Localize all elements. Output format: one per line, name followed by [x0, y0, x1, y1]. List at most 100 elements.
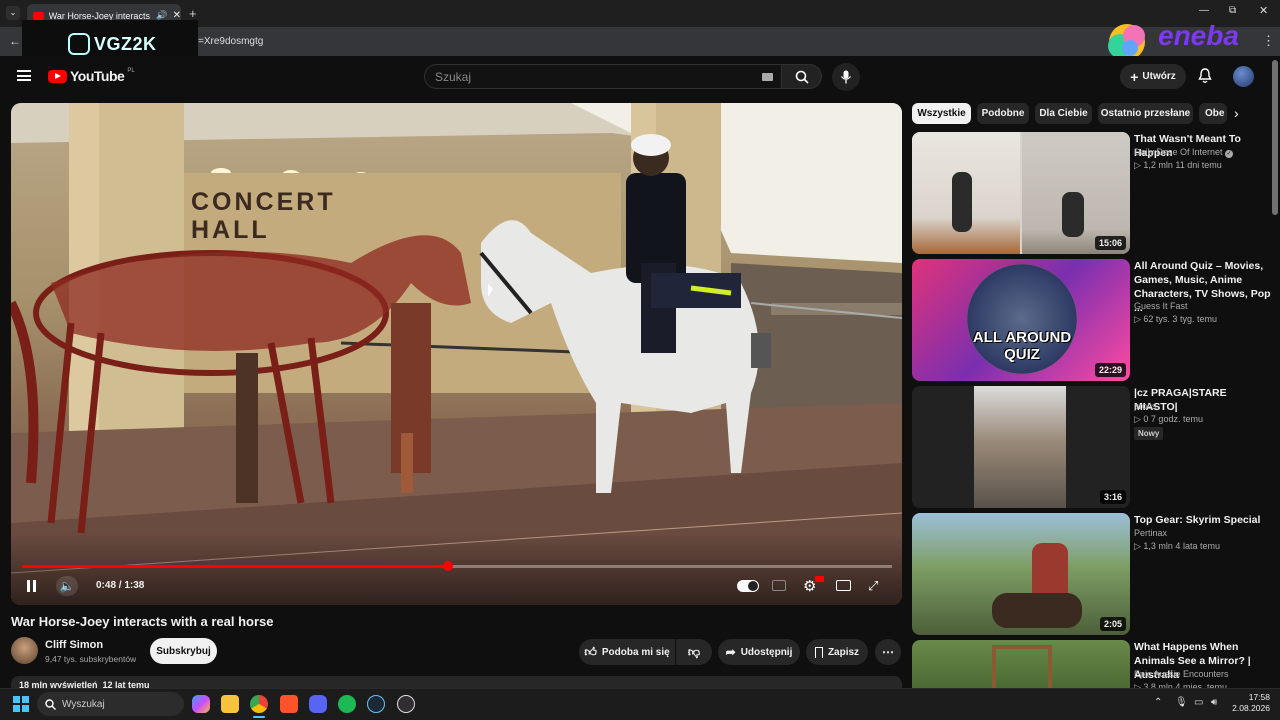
obs-icon[interactable] — [397, 695, 415, 713]
thumb-text-line1: ALL AROUND — [972, 329, 1072, 346]
recommendation-thumbnail[interactable]: ALL AROUND QUIZ 22:29 — [912, 259, 1130, 381]
youtube-logo[interactable]: YouTube PL — [48, 68, 135, 84]
notifications-bell-icon[interactable] — [1198, 68, 1212, 89]
theater-mode-icon[interactable] — [836, 580, 851, 591]
duration-badge: 3:16 — [1099, 490, 1126, 504]
search-input[interactable]: Szukaj — [424, 64, 782, 89]
time-display: 0:48 / 1:38 — [96, 580, 145, 591]
active-app-indicator — [253, 716, 265, 718]
channel-name[interactable]: Cliff Simon — [45, 639, 103, 651]
progress-scrubber[interactable] — [443, 561, 453, 571]
recommendation-channel[interactable]: Epic Aussie Encounters — [1134, 668, 1274, 681]
chrome-icon[interactable] — [250, 695, 268, 713]
create-label: Utwórz — [1142, 71, 1176, 82]
recommendation-thumbnail[interactable]: 2:05 — [912, 513, 1130, 635]
volume-icon: 🔈 — [59, 579, 75, 593]
speaker-tray-icon[interactable]: 🔊︎ — [1211, 697, 1217, 708]
steam-icon[interactable] — [367, 695, 385, 713]
clock[interactable]: 17:58 2.08.2026 — [1230, 692, 1270, 714]
keyboard-icon[interactable] — [762, 73, 773, 81]
spotify-icon[interactable] — [338, 695, 356, 713]
recommendation-channel[interactable]: Pertinax — [1134, 527, 1274, 540]
mouse-cursor-icon — [488, 284, 493, 297]
tray-chevron-icon[interactable]: ⌃ — [1154, 697, 1162, 708]
chip-all[interactable]: Wszystkie — [912, 103, 971, 124]
hamburger-menu-icon[interactable] — [17, 70, 31, 81]
plus-icon: + — [1130, 68, 1139, 85]
dislike-button[interactable]: 👎︎ — [676, 639, 712, 665]
thumbs-down-icon: 👎︎ — [687, 644, 701, 659]
hd-badge — [815, 576, 824, 582]
recommendation-channel[interactable]: proes — [1134, 400, 1274, 413]
instagram-icon — [68, 33, 90, 55]
chips-next-arrow-icon[interactable]: › — [1234, 105, 1239, 121]
search-button[interactable] — [782, 64, 822, 89]
recommendation-thumbnail[interactable]: 3:16 — [912, 386, 1130, 508]
recommendation-thumbnail[interactable]: 15:06 — [912, 132, 1130, 254]
subscribe-button[interactable]: Subskrybuj — [150, 638, 217, 664]
discord-icon[interactable] — [309, 695, 327, 713]
avatar[interactable] — [1233, 66, 1254, 87]
video-title: War Horse-Joey interacts with a real hor… — [11, 614, 274, 629]
subtitles-icon[interactable] — [772, 580, 786, 591]
recommendation-channel[interactable]: Daily Dose Of Internet ✓ — [1134, 146, 1274, 159]
description-meta: 18 mln wyświetleń 12 lat temu — [19, 680, 150, 688]
brave-icon[interactable] — [280, 695, 298, 713]
tab-search-button[interactable]: ⌄ — [6, 6, 20, 20]
voice-search-button[interactable] — [832, 63, 860, 91]
youtube-favicon-icon — [33, 11, 44, 20]
chip-for-you[interactable]: Dla Ciebie — [1035, 103, 1092, 124]
save-label: Zapisz — [827, 646, 860, 658]
recommendation-thumbnail[interactable] — [912, 640, 1130, 688]
channel-avatar[interactable] — [11, 637, 38, 664]
description-box[interactable]: 18 mln wyświetleń 12 lat temu — [11, 676, 902, 688]
search-icon — [795, 70, 809, 84]
more-dots-icon: ⋯ — [882, 645, 894, 659]
file-explorer-icon[interactable] — [221, 695, 239, 713]
fullscreen-icon[interactable]: ⤢ — [868, 578, 878, 594]
youtube-play-icon — [48, 69, 67, 83]
volume-button[interactable]: 🔈 — [56, 576, 78, 596]
create-button[interactable]: + Utwórz — [1120, 64, 1186, 89]
microphone-tray-icon[interactable]: 🎙︎ — [1175, 697, 1188, 708]
clock-date: 2.08.2026 — [1232, 703, 1270, 713]
duration-badge: 22:29 — [1094, 363, 1126, 377]
network-icon[interactable]: ▭ — [1194, 697, 1203, 708]
save-button[interactable]: Zapisz — [806, 639, 868, 665]
duration-badge: 2:05 — [1099, 617, 1126, 631]
sign-line-1: CONCERT — [191, 188, 336, 216]
back-arrow-icon[interactable]: ← — [9, 34, 21, 48]
recommendation-channel[interactable]: Guess It Fast — [1134, 300, 1274, 313]
chip-recently-uploaded[interactable]: Ostatnio przesłane — [1098, 103, 1193, 124]
clock-time: 17:58 — [1248, 692, 1270, 702]
more-actions-button[interactable]: ⋯ — [875, 639, 901, 665]
subscriber-count: 9,47 tys. subskrybentów — [45, 654, 137, 664]
recommendation-title[interactable]: Top Gear: Skyrim Special — [1134, 513, 1272, 527]
taskbar-search[interactable]: Wyszukaj — [37, 692, 184, 716]
streamer-logo-text: VGZ2K — [94, 34, 157, 54]
url-text[interactable]: =Xre9dosmgtg — [198, 36, 263, 47]
chip-watched[interactable]: Obe — [1199, 103, 1227, 124]
bookmark-icon — [814, 646, 823, 658]
page-scrollbar[interactable] — [1272, 60, 1278, 215]
thumb-horse — [992, 593, 1082, 628]
recommendation-meta: ▷ 62 tys. 3 tyg. temu — [1134, 314, 1217, 324]
new-tab-button[interactable]: + — [189, 6, 197, 21]
autoplay-toggle[interactable] — [737, 580, 759, 592]
microphone-icon — [840, 70, 852, 84]
share-button[interactable]: ➦ Udostępnij — [718, 639, 800, 665]
region-code: PL — [127, 68, 135, 74]
pause-button[interactable] — [24, 578, 40, 594]
tab-title: War Horse-Joey interacts wi — [48, 10, 152, 21]
copilot-icon[interactable] — [192, 695, 210, 713]
windows-start-icon[interactable] — [13, 696, 29, 712]
channel-label: Daily Dose Of Internet — [1134, 147, 1223, 157]
thumb-text-line2: QUIZ — [1004, 346, 1040, 363]
taskbar-search-label: Wyszukaj — [62, 698, 105, 710]
chip-related[interactable]: Podobne — [977, 103, 1029, 124]
verified-check-icon: ✓ — [1225, 150, 1234, 158]
like-button[interactable]: 👍︎ Podoba mi się — [579, 639, 675, 665]
share-label: Udostępnij — [740, 646, 793, 658]
progress-bar-played — [22, 565, 448, 568]
video-player[interactable]: CONCERT HALL — [11, 103, 902, 605]
